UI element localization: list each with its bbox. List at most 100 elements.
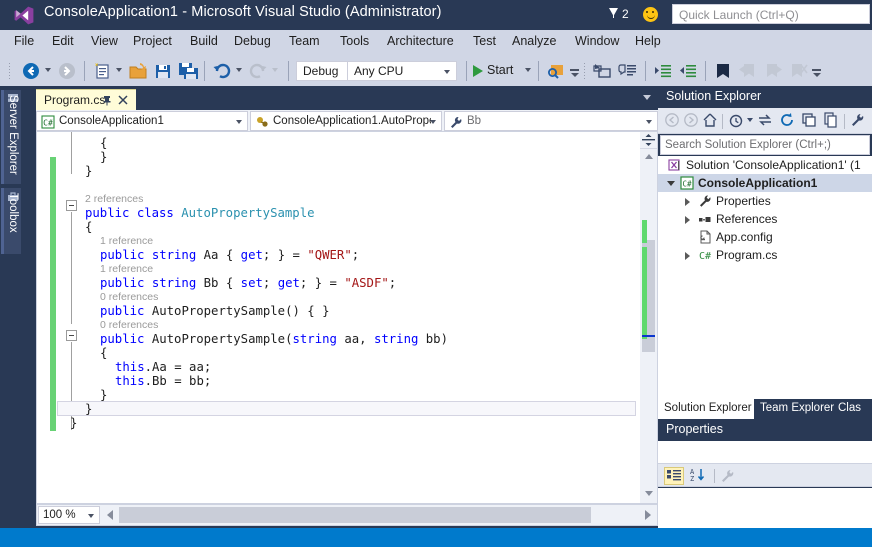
split-view-handle[interactable]: [640, 132, 657, 149]
tree-item-references[interactable]: References: [658, 210, 872, 228]
toolbar-separator: [844, 114, 845, 129]
menu-item-tools[interactable]: Tools: [340, 34, 369, 48]
tree-item-solution-consoleapplication1-1[interactable]: Solution 'ConsoleApplication1' (1: [658, 156, 872, 174]
properties-object-selector[interactable]: [658, 441, 872, 463]
code-line: {: [100, 346, 108, 360]
search-placeholder: Search Solution Explorer (Ctrl+;): [665, 139, 831, 151]
menu-item-view[interactable]: View: [91, 34, 118, 48]
quick-launch-input[interactable]: Quick Launch (Ctrl+Q): [672, 4, 870, 24]
start-debug-dropdown-icon[interactable]: [525, 68, 531, 72]
collapse-all-icon[interactable]: [801, 112, 817, 128]
increase-indent-icon[interactable]: [652, 60, 674, 82]
menu-item-build[interactable]: Build: [190, 34, 218, 48]
save-all-icon[interactable]: [177, 60, 199, 82]
navbar-type-combo[interactable]: ConsoleApplication1.AutoPrope: [250, 111, 442, 131]
find-in-files-icon[interactable]: [545, 60, 567, 82]
sidebar-tab-toolbox[interactable]: Toolbox: [1, 188, 21, 254]
right-tool-dock: Solution Explorer Search Solution Explor…: [658, 86, 872, 528]
codelens-reference-count[interactable]: 1 reference: [100, 235, 153, 248]
refresh-icon[interactable]: [779, 112, 795, 128]
menu-item-help[interactable]: Help: [635, 34, 661, 48]
navigate-back-dropdown-icon[interactable]: [45, 68, 51, 72]
tree-item-consoleapplication1[interactable]: C# ConsoleApplication1: [658, 174, 872, 192]
horizontal-scrollbar-thumb[interactable]: [119, 507, 591, 523]
tab-class-view[interactable]: Clas: [832, 399, 872, 419]
chevron-down-icon[interactable]: [667, 181, 675, 186]
undo-dropdown-icon[interactable]: [236, 68, 242, 72]
alphabetical-view-button[interactable]: A Z: [688, 467, 708, 485]
menu-item-analyze[interactable]: Analyze: [512, 34, 556, 48]
pending-changes-icon[interactable]: [728, 112, 744, 128]
document-tab-program-cs[interactable]: Program.cs: [36, 89, 136, 110]
code-editor-surface[interactable]: {}} public class AutoPropertySample{publi…: [36, 132, 658, 504]
toolbar-overflow-icon[interactable]: [570, 67, 579, 81]
chevron-down-icon[interactable]: [747, 118, 753, 122]
notification-count[interactable]: 2: [608, 7, 629, 21]
menu-item-architecture[interactable]: Architecture: [387, 34, 454, 48]
open-file-icon[interactable]: [127, 60, 149, 82]
navigate-back-icon[interactable]: [20, 60, 42, 82]
scroll-left-arrow-icon[interactable]: [107, 510, 113, 520]
chevron-down-icon: [236, 120, 242, 124]
home-icon[interactable]: [702, 112, 718, 128]
tree-item-properties[interactable]: Properties: [658, 192, 872, 210]
decrease-indent-icon[interactable]: [677, 60, 699, 82]
chevron-right-icon[interactable]: [685, 252, 690, 260]
show-all-files-icon[interactable]: [823, 112, 839, 128]
chevron-down-icon[interactable]: [643, 95, 651, 100]
bookmark-icon[interactable]: [712, 60, 734, 82]
navbar-member-combo[interactable]: Bb: [444, 111, 658, 131]
solution-explorer-tree[interactable]: Solution 'ConsoleApplication1' (1 C# Conso…: [658, 156, 872, 399]
menu-item-debug[interactable]: Debug: [234, 34, 271, 48]
tab-team-explorer[interactable]: Team Explorer: [754, 399, 834, 419]
scroll-down-arrow-icon[interactable]: [644, 491, 653, 496]
sync-with-active-document-icon[interactable]: [757, 112, 773, 128]
comment-selection-icon[interactable]: [617, 60, 639, 82]
properties-icon[interactable]: [850, 112, 866, 128]
tree-item-app-config[interactable]: App.config: [658, 228, 872, 246]
references-icon: [698, 212, 712, 226]
editor-vertical-scrollbar[interactable]: [640, 132, 657, 503]
codelens-reference-count[interactable]: 0 references: [100, 319, 158, 332]
codelens-reference-count[interactable]: 1 reference: [100, 263, 153, 276]
toolbar-grip[interactable]: [583, 62, 587, 80]
undo-icon[interactable]: [211, 60, 233, 82]
menu-item-edit[interactable]: Edit: [52, 34, 74, 48]
sidebar-tab-server-explorer[interactable]: Server Explorer: [1, 90, 21, 184]
chevron-right-icon[interactable]: [685, 198, 690, 206]
save-icon[interactable]: [152, 60, 174, 82]
scroll-right-arrow-icon[interactable]: [645, 510, 651, 520]
toolbar-separator: [466, 61, 467, 81]
zoom-level-combo[interactable]: 100 %: [38, 506, 100, 524]
solution-platform-combo[interactable]: Any CPU: [347, 61, 457, 81]
codelens-reference-count[interactable]: 2 references: [85, 193, 143, 206]
pin-icon[interactable]: [102, 95, 113, 106]
menu-item-window[interactable]: Window: [575, 34, 619, 48]
smiley-icon[interactable]: [643, 7, 658, 22]
scroll-up-arrow-icon[interactable]: [644, 154, 653, 159]
step-into-icon[interactable]: [592, 60, 614, 82]
properties-grid[interactable]: [658, 488, 872, 528]
outlining-collapse-box[interactable]: [66, 200, 77, 211]
menu-item-project[interactable]: Project: [133, 34, 172, 48]
new-project-dropdown-icon[interactable]: [116, 68, 122, 72]
toolbar-grip[interactable]: [8, 62, 12, 80]
codelens-reference-count[interactable]: 0 references: [100, 291, 158, 304]
menu-item-test[interactable]: Test: [473, 34, 496, 48]
solution-explorer-search-input[interactable]: Search Solution Explorer (Ctrl+;): [660, 135, 870, 155]
window-title: ConsoleApplication1 - Microsoft Visual S…: [44, 4, 442, 20]
categorized-view-button[interactable]: [664, 467, 684, 485]
title-bar: ConsoleApplication1 - Microsoft Visual S…: [0, 0, 872, 30]
new-project-icon[interactable]: [91, 60, 113, 82]
tab-solution-explorer[interactable]: Solution Explorer: [658, 399, 754, 419]
chevron-right-icon[interactable]: [685, 216, 690, 224]
close-icon[interactable]: [117, 94, 129, 106]
outlining-collapse-box[interactable]: [66, 330, 77, 341]
navbar-project-combo[interactable]: C# ConsoleApplication1: [36, 111, 248, 131]
toolbar-overflow-icon[interactable]: [812, 67, 821, 81]
menu-item-file[interactable]: File: [14, 34, 34, 48]
standard-toolbar: Debug Any CPU Start: [0, 56, 872, 86]
class-icon: [257, 117, 268, 127]
menu-item-team[interactable]: Team: [289, 34, 320, 48]
tree-item-program-cs[interactable]: C# Program.cs: [658, 246, 872, 264]
